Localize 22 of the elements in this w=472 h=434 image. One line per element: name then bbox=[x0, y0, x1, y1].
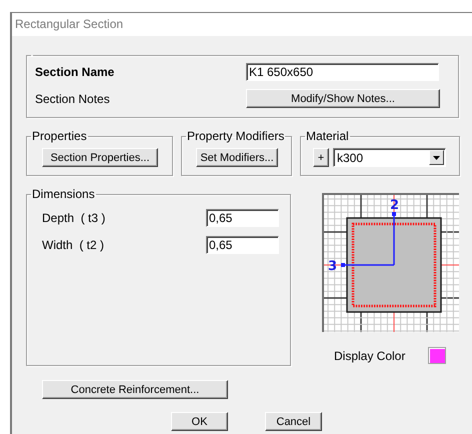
field-label: Depth ( t3 ) bbox=[41, 211, 106, 225]
group-title: Properties bbox=[32, 129, 87, 143]
field-label: Section Name bbox=[35, 65, 116, 79]
section-name-field[interactable]: K1 650x650 bbox=[246, 63, 439, 81]
field-label: Section Notes bbox=[35, 92, 111, 106]
section-properties-button[interactable]: Section Properties... bbox=[42, 148, 158, 167]
material-dropdown[interactable]: k300 bbox=[333, 148, 446, 167]
group-title: Property Modifiers bbox=[187, 129, 284, 143]
input-field[interactable]: 0,65 bbox=[206, 236, 279, 254]
group-title: Dimensions bbox=[32, 187, 95, 201]
dropdown-arrow-icon bbox=[433, 156, 440, 160]
add-material-button[interactable]: + bbox=[313, 148, 329, 167]
set-modifiers-button[interactable]: Set Modifiers... bbox=[196, 148, 278, 167]
display-color-label: Display Color bbox=[333, 348, 406, 362]
concrete-reinforcement-button[interactable]: Concrete Reinforcement... bbox=[42, 380, 228, 399]
field-label: Width ( t2 ) bbox=[41, 238, 106, 252]
color-swatch[interactable] bbox=[428, 347, 446, 364]
notes-button[interactable]: Modify/Show Notes... bbox=[246, 89, 440, 108]
input-field[interactable]: 0,65 bbox=[206, 209, 279, 227]
ok-button[interactable]: OK bbox=[171, 412, 228, 431]
group-title: Material bbox=[306, 129, 349, 143]
cancel-button[interactable]: Cancel bbox=[265, 412, 322, 431]
